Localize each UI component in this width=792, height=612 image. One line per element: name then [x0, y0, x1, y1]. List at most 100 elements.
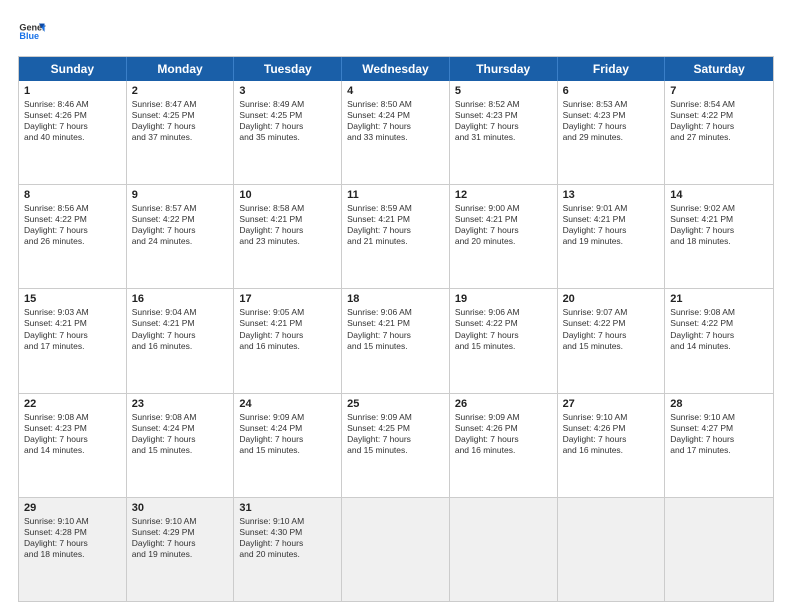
day-number: 13 [563, 189, 660, 201]
empty-cell [558, 498, 666, 601]
day-info: Sunrise: 8:46 AM Sunset: 4:26 PM Dayligh… [24, 99, 121, 143]
day-info: Sunrise: 8:58 AM Sunset: 4:21 PM Dayligh… [239, 203, 336, 247]
day-number: 14 [670, 189, 768, 201]
day-cell-22: 22 Sunrise: 9:08 AM Sunset: 4:23 PM Dayli… [19, 394, 127, 497]
header-day-monday: Monday [127, 57, 235, 81]
day-cell-20: 20 Sunrise: 9:07 AM Sunset: 4:22 PM Dayli… [558, 289, 666, 392]
day-number: 30 [132, 502, 229, 514]
day-cell-29: 29Sunrise: 9:10 AM Sunset: 4:28 PM Dayli… [19, 498, 127, 601]
header-day-thursday: Thursday [450, 57, 558, 81]
day-info: Sunrise: 9:10 AM Sunset: 4:29 PM Dayligh… [132, 516, 229, 560]
day-info: Sunrise: 9:05 AM Sunset: 4:21 PM Dayligh… [239, 307, 336, 351]
day-cell-18: 18 Sunrise: 9:06 AM Sunset: 4:21 PM Dayli… [342, 289, 450, 392]
day-info: Sunrise: 8:52 AM Sunset: 4:23 PM Dayligh… [455, 99, 552, 143]
day-cell-26: 26 Sunrise: 9:09 AM Sunset: 4:26 PM Dayli… [450, 394, 558, 497]
day-number: 23 [132, 398, 229, 410]
day-number: 12 [455, 189, 552, 201]
header-day-saturday: Saturday [665, 57, 773, 81]
day-number: 4 [347, 85, 444, 97]
day-info: Sunrise: 9:10 AM Sunset: 4:27 PM Dayligh… [670, 412, 768, 456]
day-number: 16 [132, 293, 229, 305]
day-info: Sunrise: 8:53 AM Sunset: 4:23 PM Dayligh… [563, 99, 660, 143]
day-info: Sunrise: 9:10 AM Sunset: 4:26 PM Dayligh… [563, 412, 660, 456]
day-cell-9: 9 Sunrise: 8:57 AM Sunset: 4:22 PM Daylig… [127, 185, 235, 288]
day-cell-17: 17 Sunrise: 9:05 AM Sunset: 4:21 PM Dayli… [234, 289, 342, 392]
day-cell-10: 10Sunrise: 8:58 AM Sunset: 4:21 PM Dayli… [234, 185, 342, 288]
day-number: 27 [563, 398, 660, 410]
day-cell-21: 21Sunrise: 9:08 AM Sunset: 4:22 PM Dayli… [665, 289, 773, 392]
day-cell-3: 3Sunrise: 8:49 AM Sunset: 4:25 PM Daylig… [234, 81, 342, 184]
day-cell-11: 11 Sunrise: 8:59 AM Sunset: 4:21 PM Dayli… [342, 185, 450, 288]
day-info: Sunrise: 8:59 AM Sunset: 4:21 PM Dayligh… [347, 203, 444, 247]
day-cell-27: 27 Sunrise: 9:10 AM Sunset: 4:26 PM Dayli… [558, 394, 666, 497]
day-number: 26 [455, 398, 552, 410]
day-number: 25 [347, 398, 444, 410]
day-cell-8: 8 Sunrise: 8:56 AM Sunset: 4:22 PM Daylig… [19, 185, 127, 288]
calendar-row-4: 22 Sunrise: 9:08 AM Sunset: 4:23 PM Dayli… [19, 393, 773, 497]
day-number: 22 [24, 398, 121, 410]
calendar-header: SundayMondayTuesdayWednesdayThursdayFrid… [19, 57, 773, 81]
day-cell-25: 25 Sunrise: 9:09 AM Sunset: 4:25 PM Dayli… [342, 394, 450, 497]
day-info: Sunrise: 9:06 AM Sunset: 4:21 PM Dayligh… [347, 307, 444, 351]
day-info: Sunrise: 9:09 AM Sunset: 4:26 PM Dayligh… [455, 412, 552, 456]
day-number: 17 [239, 293, 336, 305]
day-cell-12: 12 Sunrise: 9:00 AM Sunset: 4:21 PM Dayli… [450, 185, 558, 288]
day-number: 11 [347, 189, 444, 201]
header-day-sunday: Sunday [19, 57, 127, 81]
day-number: 19 [455, 293, 552, 305]
day-info: Sunrise: 9:08 AM Sunset: 4:23 PM Dayligh… [24, 412, 121, 456]
day-cell-4: 4 Sunrise: 8:50 AM Sunset: 4:24 PM Daylig… [342, 81, 450, 184]
day-info: Sunrise: 9:04 AM Sunset: 4:21 PM Dayligh… [132, 307, 229, 351]
day-cell-7: 7 Sunrise: 8:54 AM Sunset: 4:22 PM Daylig… [665, 81, 773, 184]
day-cell-6: 6 Sunrise: 8:53 AM Sunset: 4:23 PM Daylig… [558, 81, 666, 184]
empty-cell [665, 498, 773, 601]
day-info: Sunrise: 9:09 AM Sunset: 4:25 PM Dayligh… [347, 412, 444, 456]
empty-cell [342, 498, 450, 601]
day-cell-15: 15 Sunrise: 9:03 AM Sunset: 4:21 PM Dayli… [19, 289, 127, 392]
day-info: Sunrise: 9:06 AM Sunset: 4:22 PM Dayligh… [455, 307, 552, 351]
day-number: 9 [132, 189, 229, 201]
calendar-row-3: 15 Sunrise: 9:03 AM Sunset: 4:21 PM Dayli… [19, 288, 773, 392]
day-number: 7 [670, 85, 768, 97]
day-info: Sunrise: 9:07 AM Sunset: 4:22 PM Dayligh… [563, 307, 660, 351]
day-cell-24: 24Sunrise: 9:09 AM Sunset: 4:24 PM Dayli… [234, 394, 342, 497]
day-info: Sunrise: 8:54 AM Sunset: 4:22 PM Dayligh… [670, 99, 768, 143]
day-info: Sunrise: 9:03 AM Sunset: 4:21 PM Dayligh… [24, 307, 121, 351]
header-day-tuesday: Tuesday [234, 57, 342, 81]
day-number: 3 [239, 85, 336, 97]
header-day-wednesday: Wednesday [342, 57, 450, 81]
calendar-row-2: 8 Sunrise: 8:56 AM Sunset: 4:22 PM Daylig… [19, 184, 773, 288]
calendar-body: 1 Sunrise: 8:46 AM Sunset: 4:26 PM Daylig… [19, 81, 773, 601]
svg-text:Blue: Blue [19, 31, 39, 41]
calendar-row-5: 29Sunrise: 9:10 AM Sunset: 4:28 PM Dayli… [19, 497, 773, 601]
day-info: Sunrise: 8:50 AM Sunset: 4:24 PM Dayligh… [347, 99, 444, 143]
day-info: Sunrise: 9:00 AM Sunset: 4:21 PM Dayligh… [455, 203, 552, 247]
day-number: 31 [239, 502, 336, 514]
day-number: 2 [132, 85, 229, 97]
day-number: 6 [563, 85, 660, 97]
day-number: 28 [670, 398, 768, 410]
day-cell-5: 5Sunrise: 8:52 AM Sunset: 4:23 PM Daylig… [450, 81, 558, 184]
day-number: 29 [24, 502, 121, 514]
day-number: 18 [347, 293, 444, 305]
day-cell-23: 23Sunrise: 9:08 AM Sunset: 4:24 PM Dayli… [127, 394, 235, 497]
day-cell-2: 2 Sunrise: 8:47 AM Sunset: 4:25 PM Daylig… [127, 81, 235, 184]
day-info: Sunrise: 9:10 AM Sunset: 4:30 PM Dayligh… [239, 516, 336, 560]
header-day-friday: Friday [558, 57, 666, 81]
day-cell-28: 28 Sunrise: 9:10 AM Sunset: 4:27 PM Dayli… [665, 394, 773, 497]
empty-cell [450, 498, 558, 601]
day-info: Sunrise: 8:57 AM Sunset: 4:22 PM Dayligh… [132, 203, 229, 247]
day-number: 1 [24, 85, 121, 97]
day-info: Sunrise: 8:47 AM Sunset: 4:25 PM Dayligh… [132, 99, 229, 143]
day-info: Sunrise: 8:56 AM Sunset: 4:22 PM Dayligh… [24, 203, 121, 247]
day-number: 15 [24, 293, 121, 305]
day-number: 8 [24, 189, 121, 201]
day-cell-30: 30 Sunrise: 9:10 AM Sunset: 4:29 PM Dayli… [127, 498, 235, 601]
day-cell-19: 19 Sunrise: 9:06 AM Sunset: 4:22 PM Dayli… [450, 289, 558, 392]
day-number: 20 [563, 293, 660, 305]
day-info: Sunrise: 9:01 AM Sunset: 4:21 PM Dayligh… [563, 203, 660, 247]
day-cell-14: 14Sunrise: 9:02 AM Sunset: 4:21 PM Dayli… [665, 185, 773, 288]
calendar-row-1: 1 Sunrise: 8:46 AM Sunset: 4:26 PM Daylig… [19, 81, 773, 184]
calendar: SundayMondayTuesdayWednesdayThursdayFrid… [18, 56, 774, 602]
day-cell-16: 16 Sunrise: 9:04 AM Sunset: 4:21 PM Dayli… [127, 289, 235, 392]
